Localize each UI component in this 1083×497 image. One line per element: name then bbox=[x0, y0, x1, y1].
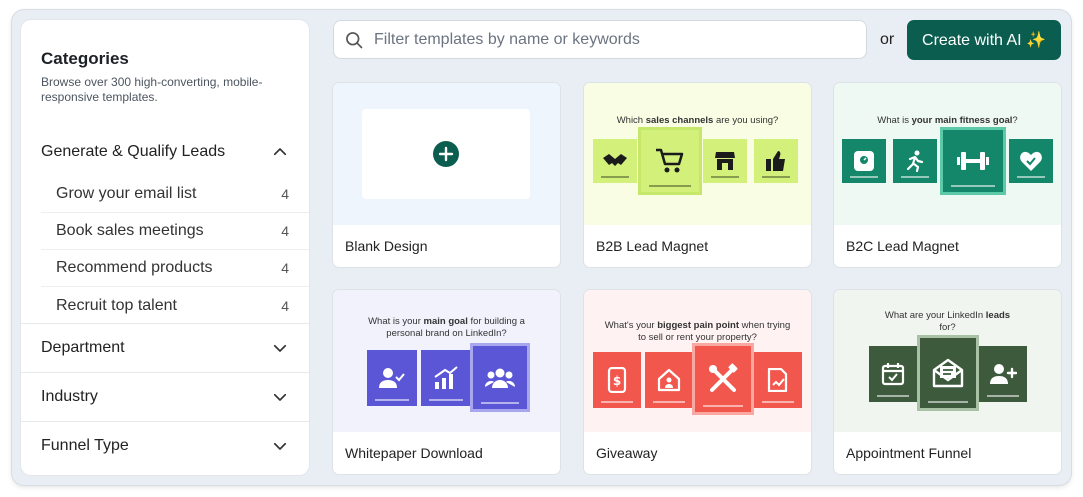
chevron-down-icon bbox=[273, 344, 287, 352]
tile-cart-selected bbox=[641, 130, 699, 192]
money-phone-icon: $ bbox=[607, 367, 627, 393]
tile-dumbbell-selected bbox=[943, 130, 1003, 192]
tile-tools-selected bbox=[695, 346, 751, 412]
template-thumbnail: What is your main goal for building a pe… bbox=[333, 290, 560, 432]
store-icon bbox=[715, 152, 735, 170]
template-thumbnail bbox=[333, 83, 560, 225]
template-thumbnail: What are your LinkedIn leads for? bbox=[834, 290, 1061, 432]
app-frame: Categories Browse over 300 high-converti… bbox=[12, 10, 1071, 485]
template-thumbnail: What is your main fitness goal? bbox=[834, 83, 1061, 225]
calendar-check-icon bbox=[881, 363, 905, 386]
tile-running bbox=[893, 139, 937, 183]
group-department[interactable]: Department bbox=[21, 324, 309, 372]
group-label: Funnel Type bbox=[41, 437, 129, 454]
tile-thumbs-up bbox=[754, 139, 798, 183]
handshake-icon bbox=[603, 154, 627, 166]
tile-heart-check bbox=[1009, 139, 1053, 183]
chevron-down-icon bbox=[273, 393, 287, 401]
sidebar-item-count: 4 bbox=[281, 260, 289, 276]
tile-group-selected bbox=[473, 346, 527, 409]
group-industry[interactable]: Industry bbox=[21, 373, 309, 421]
running-person-icon bbox=[906, 150, 924, 172]
group-users-icon bbox=[485, 368, 515, 388]
sidebar-item-count: 4 bbox=[281, 186, 289, 202]
categories-sidebar: Categories Browse over 300 high-converti… bbox=[21, 20, 309, 475]
sidebar-item-label: Book sales meetings bbox=[56, 222, 204, 239]
template-card-whitepaper-download[interactable]: What is your main goal for building a pe… bbox=[333, 290, 560, 474]
search-input[interactable] bbox=[374, 30, 854, 49]
template-thumbnail: Which sales channels are you using? bbox=[584, 83, 811, 225]
search-box bbox=[333, 20, 867, 59]
template-name: B2C Lead Magnet bbox=[846, 238, 959, 254]
template-question: What is your main fitness goal? bbox=[877, 115, 1018, 126]
template-card-b2b-lead-magnet[interactable]: Which sales channels are you using? B2B … bbox=[584, 83, 811, 267]
template-name: Giveaway bbox=[596, 445, 658, 461]
sidebar-item-count: 4 bbox=[281, 223, 289, 239]
sidebar-item-label: Recommend products bbox=[56, 259, 213, 276]
sidebar-item-grow-email-list[interactable]: Grow your email list 4 bbox=[41, 176, 309, 213]
mail-open-icon bbox=[932, 358, 964, 388]
tile-money-phone: $ bbox=[593, 352, 641, 408]
template-question: What are your LinkedIn leads for? bbox=[884, 310, 1011, 333]
create-with-ai-button[interactable]: Create with AI ✨ bbox=[907, 20, 1061, 60]
group-label: Industry bbox=[41, 388, 98, 405]
template-name: Whitepaper Download bbox=[345, 445, 483, 461]
tile-add-user bbox=[979, 346, 1027, 402]
tile-scale bbox=[842, 139, 886, 183]
tile-sign-document bbox=[754, 352, 802, 408]
group-generate-qualify-leads[interactable]: Generate & Qualify Leads bbox=[21, 128, 309, 176]
template-card-b2c-lead-magnet[interactable]: What is your main fitness goal? B2C Lead… bbox=[834, 83, 1061, 267]
sidebar-item-count: 4 bbox=[281, 297, 289, 314]
scale-icon bbox=[854, 151, 874, 171]
group-funnel-type[interactable]: Funnel Type bbox=[21, 422, 309, 470]
group-label: Department bbox=[41, 339, 125, 356]
heart-check-icon bbox=[1020, 151, 1042, 171]
tile-handshake bbox=[593, 139, 637, 183]
user-check-icon bbox=[379, 368, 405, 388]
template-card-blank-design[interactable]: Blank Design bbox=[333, 83, 560, 267]
sidebar-item-label: Recruit top talent bbox=[56, 296, 177, 314]
template-name: Appointment Funnel bbox=[846, 445, 972, 461]
template-name: B2B Lead Magnet bbox=[596, 238, 709, 254]
search-icon bbox=[346, 31, 363, 48]
template-question: What is your main goal for building a pe… bbox=[368, 316, 525, 339]
dumbbell-icon bbox=[957, 152, 989, 170]
sign-document-icon bbox=[767, 368, 788, 392]
sidebar-subtitle: Browse over 300 high-converting, mobile-… bbox=[41, 75, 263, 104]
sidebar-item-recommend-products[interactable]: Recommend products 4 bbox=[41, 250, 309, 287]
chevron-up-icon bbox=[273, 148, 287, 156]
sidebar-item-book-sales-meetings[interactable]: Book sales meetings 4 bbox=[41, 213, 309, 250]
tile-store bbox=[703, 139, 747, 183]
tile-calendar-check bbox=[869, 346, 917, 402]
template-card-giveaway[interactable]: What's your biggest pain point when tryi… bbox=[584, 290, 811, 474]
shopping-cart-icon bbox=[656, 148, 684, 173]
svg-text:$: $ bbox=[613, 374, 621, 388]
growth-chart-icon bbox=[434, 366, 458, 389]
chevron-down-icon bbox=[273, 442, 287, 450]
tile-mail-open-selected bbox=[920, 338, 976, 408]
sidebar-item-recruit-top-talent[interactable]: Recruit top talent 4 bbox=[41, 287, 309, 324]
tile-growth-chart bbox=[421, 350, 471, 406]
sidebar-title: Categories bbox=[41, 49, 129, 68]
template-thumbnail: What's your biggest pain point when tryi… bbox=[584, 290, 811, 432]
plus-circle-icon bbox=[433, 141, 459, 167]
or-label: or bbox=[880, 31, 895, 48]
add-user-icon bbox=[990, 364, 1017, 384]
house-person-icon bbox=[657, 368, 681, 392]
thumbs-up-icon bbox=[766, 151, 785, 171]
template-name: Blank Design bbox=[345, 238, 428, 254]
tile-user-check bbox=[367, 350, 417, 406]
template-question: What's your biggest pain point when tryi… bbox=[604, 320, 791, 343]
template-question: Which sales channels are you using? bbox=[616, 115, 779, 126]
tile-house-person bbox=[645, 352, 693, 408]
tools-icon bbox=[709, 363, 738, 392]
template-card-appointment-funnel[interactable]: What are your LinkedIn leads for? Appoin… bbox=[834, 290, 1061, 474]
sidebar-item-label: Grow your email list bbox=[56, 185, 197, 202]
group-label: Generate & Qualify Leads bbox=[41, 143, 226, 160]
